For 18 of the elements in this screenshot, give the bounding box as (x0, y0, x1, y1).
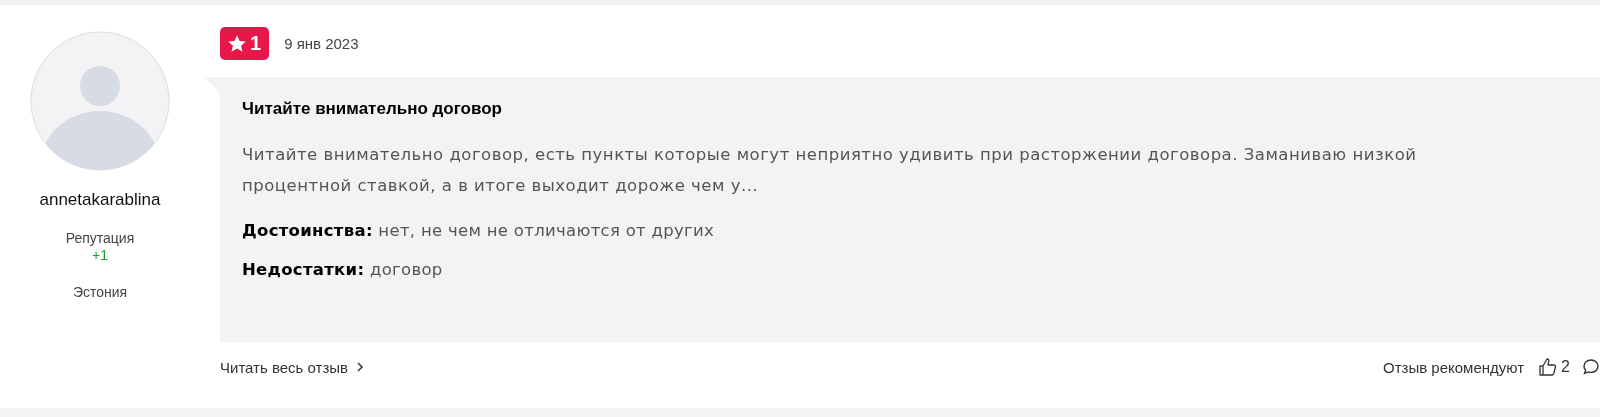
comment-icon[interactable] (1582, 358, 1600, 376)
rating-value: 1 (250, 32, 262, 55)
recommend-label: Отзыв рекомендуют (1383, 358, 1525, 376)
like-button[interactable]: 2 (1538, 357, 1570, 377)
read-more-link[interactable]: Читать весь отзыв (220, 358, 365, 376)
review-title: Читайте внимательно договор (242, 99, 503, 119)
review-date: 9 янв 2023 (284, 35, 359, 52)
review-detail: Недостатки: договор (242, 260, 444, 279)
location: Эстония (72, 284, 128, 300)
review-detail: Достоинства: нет, не чем не отличаются от других (242, 221, 716, 240)
avatar-icon (30, 31, 170, 171)
username[interactable]: annetakarablina (39, 190, 161, 210)
reputation-value: +1 (92, 247, 108, 263)
review-text: Читайте внимательно договор, есть пункты которые могут неприятно удивить при расторжении договора. Заманиваю низкой процентной ставкой, а в итоге выходит дороже чем у... (242, 144, 1418, 197)
thumbs-up-icon (1538, 357, 1559, 377)
chevron-icon (356, 362, 365, 372)
reputation-label: Репутация (65, 230, 135, 246)
star-icon (227, 33, 247, 54)
